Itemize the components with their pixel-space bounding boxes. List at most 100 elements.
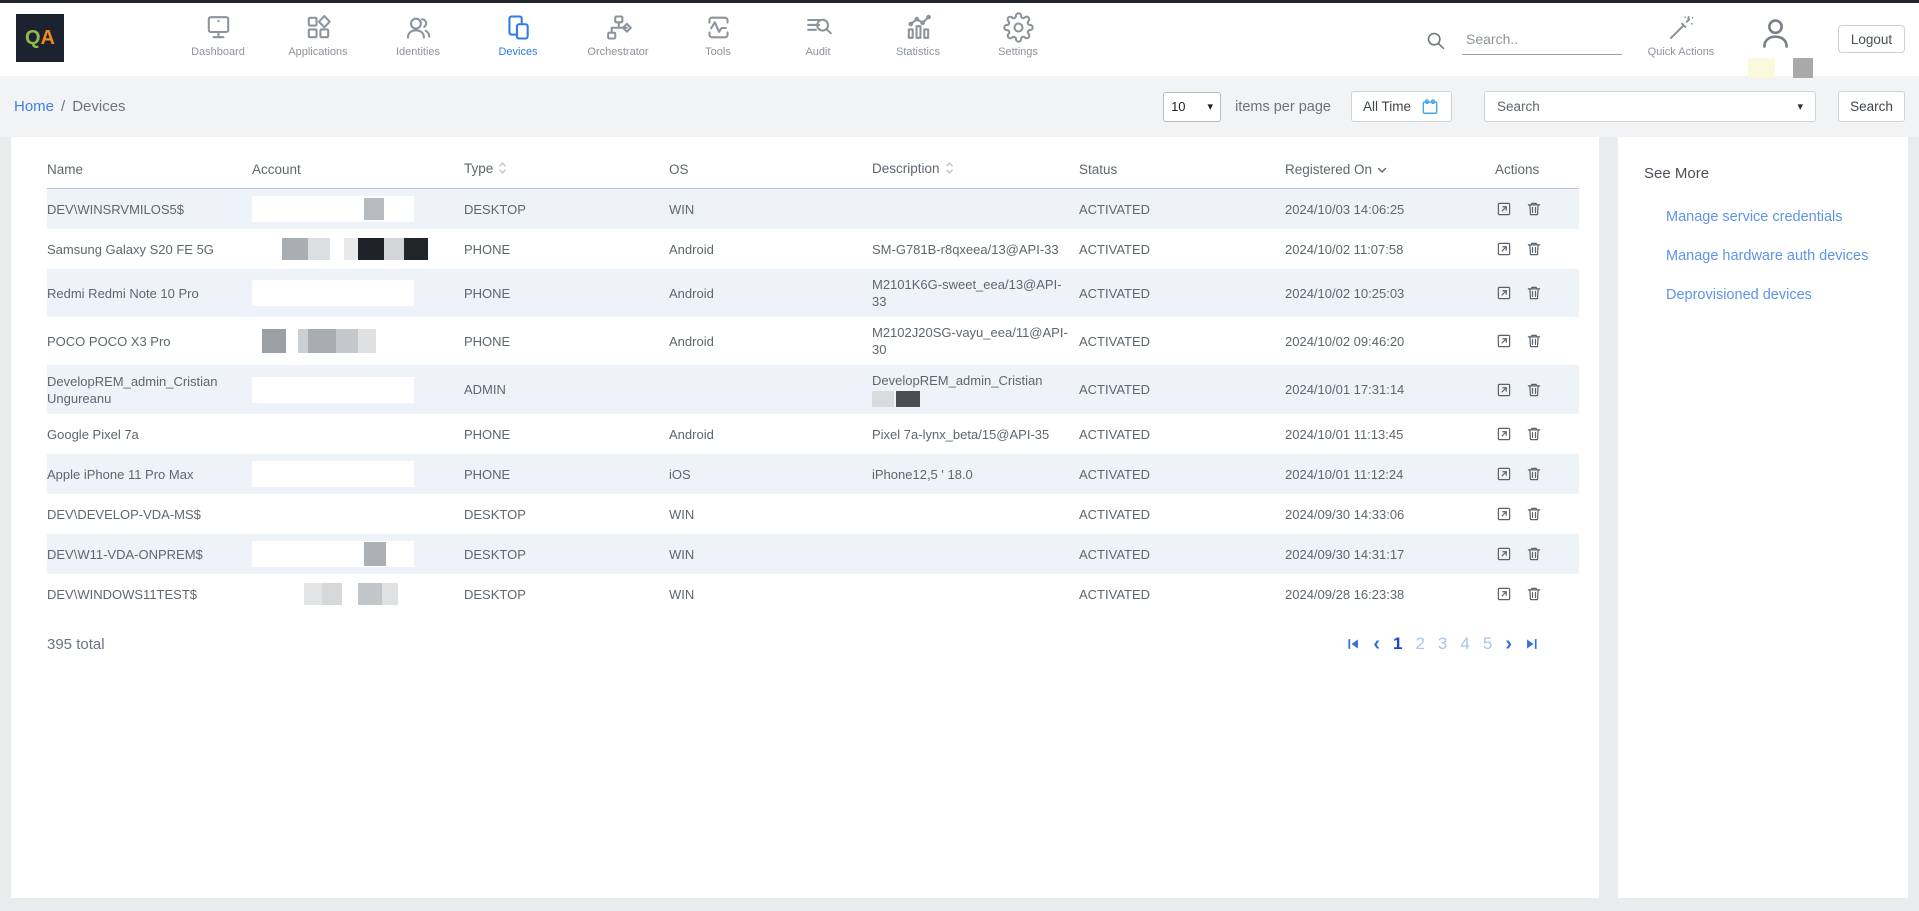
cell-os: iOS [669, 454, 872, 494]
pagination-page-4[interactable]: 4 [1460, 634, 1469, 654]
nav-item-applications[interactable]: Applications [268, 12, 368, 58]
search-button[interactable]: Search [1838, 91, 1905, 122]
redacted-account [252, 196, 414, 222]
devices-table: NameAccountTypeOSDescriptionStatusRegist… [47, 155, 1579, 614]
see-more-title: See More [1644, 165, 1890, 182]
export-icon [1495, 425, 1513, 443]
side-link-deprovisioned-devices[interactable]: Deprovisioned devices [1666, 287, 1890, 303]
nav-item-statistics[interactable]: Statistics [868, 12, 968, 58]
cell-type: PHONE [464, 414, 669, 454]
person-icon [1757, 15, 1794, 52]
export-device-button[interactable] [1495, 240, 1513, 258]
global-search-input[interactable] [1462, 29, 1622, 55]
delete-device-button[interactable] [1525, 505, 1543, 523]
pagination-next-button[interactable]: › [1505, 637, 1512, 651]
delete-device-button[interactable] [1525, 545, 1543, 563]
table-footer: 395 total ‹12345› [47, 634, 1579, 654]
export-device-button[interactable] [1495, 465, 1513, 483]
nav-item-settings[interactable]: Settings [968, 12, 1068, 58]
user-avatar[interactable] [1757, 15, 1794, 57]
sort-both-icon[interactable] [498, 161, 507, 178]
export-device-button[interactable] [1495, 545, 1513, 563]
export-device-button[interactable] [1495, 284, 1513, 302]
pagination-first-button[interactable] [1346, 637, 1360, 651]
cell-os [669, 365, 872, 414]
nav-item-dashboard[interactable]: Dashboard [168, 12, 268, 58]
cell-name: POCO POCO X3 Pro [47, 317, 252, 365]
cell-status: ACTIVATED [1079, 574, 1285, 614]
cell-name: DEV\WINDOWS11TEST$ [47, 574, 252, 614]
export-icon [1495, 545, 1513, 563]
app-logo[interactable]: QA [16, 14, 64, 62]
cell-type: PHONE [464, 229, 669, 269]
pagination-prev-button[interactable]: ‹ [1373, 637, 1380, 651]
redaction-block [358, 583, 382, 605]
column-header-type[interactable]: Type [464, 155, 669, 189]
export-device-button[interactable] [1495, 425, 1513, 443]
export-device-button[interactable] [1495, 585, 1513, 603]
items-per-page-value: 10 [1171, 99, 1185, 114]
logout-button[interactable]: Logout [1838, 25, 1905, 53]
identities-icon [403, 12, 434, 43]
nav-item-orchestrator[interactable]: Orchestrator [568, 12, 668, 58]
redaction-block [336, 329, 358, 353]
delete-device-button[interactable] [1525, 381, 1543, 399]
redaction-block [384, 238, 404, 260]
nav-item-devices[interactable]: Devices [468, 12, 568, 58]
redacted-account [252, 501, 458, 527]
column-header-registered-on[interactable]: Registered On [1285, 155, 1495, 189]
magic-wand-icon [1666, 13, 1696, 43]
redaction-block [364, 198, 384, 220]
dashboard-icon [203, 12, 234, 43]
breadcrumb-home-link[interactable]: Home [14, 98, 54, 115]
cell-description [872, 574, 1079, 614]
time-filter-button[interactable]: All Time [1351, 91, 1452, 122]
export-device-button[interactable] [1495, 200, 1513, 218]
column-label: Status [1079, 162, 1117, 177]
trash-icon [1525, 585, 1543, 603]
export-icon [1495, 465, 1513, 483]
cell-name: Redmi Redmi Note 10 Pro [47, 269, 252, 317]
side-link-manage-service-credentials[interactable]: Manage service credentials [1666, 209, 1890, 225]
nav-label: Statistics [896, 46, 940, 58]
export-device-button[interactable] [1495, 332, 1513, 350]
cell-actions [1495, 534, 1579, 574]
sort-desc-icon[interactable] [1377, 162, 1387, 177]
export-icon [1495, 585, 1513, 603]
quick-actions-button[interactable]: Quick Actions [1645, 13, 1717, 58]
export-device-button[interactable] [1495, 505, 1513, 523]
table-body: DEV\WINSRVMILOS5$DESKTOPWINACTIVATED2024… [47, 189, 1579, 615]
pagination-page-1[interactable]: 1 [1393, 634, 1402, 654]
column-header-description[interactable]: Description [872, 155, 1079, 189]
breadcrumb-separator: / [61, 98, 65, 115]
delete-device-button[interactable] [1525, 425, 1543, 443]
redacted-account [252, 461, 414, 487]
nav-item-audit[interactable]: Audit [768, 12, 868, 58]
items-per-page-select[interactable]: 10 ▾ [1163, 92, 1221, 122]
nav-item-tools[interactable]: Tools [668, 12, 768, 58]
nav-item-identities[interactable]: Identities [368, 12, 468, 58]
pagination-page-3[interactable]: 3 [1438, 634, 1447, 654]
delete-device-button[interactable] [1525, 240, 1543, 258]
description-text: Pixel 7a-lynx_beta/15@API-35 [872, 426, 1073, 443]
pagination-page-2[interactable]: 2 [1415, 634, 1424, 654]
side-link-manage-hardware-auth-devices[interactable]: Manage hardware auth devices [1666, 248, 1890, 264]
pagination-last-button[interactable] [1525, 637, 1539, 651]
delete-device-button[interactable] [1525, 585, 1543, 603]
pagination-page-5[interactable]: 5 [1483, 634, 1492, 654]
export-device-button[interactable] [1495, 381, 1513, 399]
delete-device-button[interactable] [1525, 200, 1543, 218]
nav-label: Tools [705, 46, 731, 58]
cell-account [252, 269, 464, 317]
redacted-account [252, 280, 414, 306]
cell-account [252, 414, 464, 454]
cell-type: PHONE [464, 454, 669, 494]
delete-device-button[interactable] [1525, 465, 1543, 483]
table-row: DEV\WINSRVMILOS5$DESKTOPWINACTIVATED2024… [47, 189, 1579, 230]
delete-device-button[interactable] [1525, 284, 1543, 302]
redaction-block [358, 329, 376, 353]
search-filter-dropdown[interactable]: Search ▾ [1484, 91, 1816, 122]
sort-both-icon[interactable] [945, 161, 954, 178]
delete-device-button[interactable] [1525, 332, 1543, 350]
trash-icon [1525, 425, 1543, 443]
